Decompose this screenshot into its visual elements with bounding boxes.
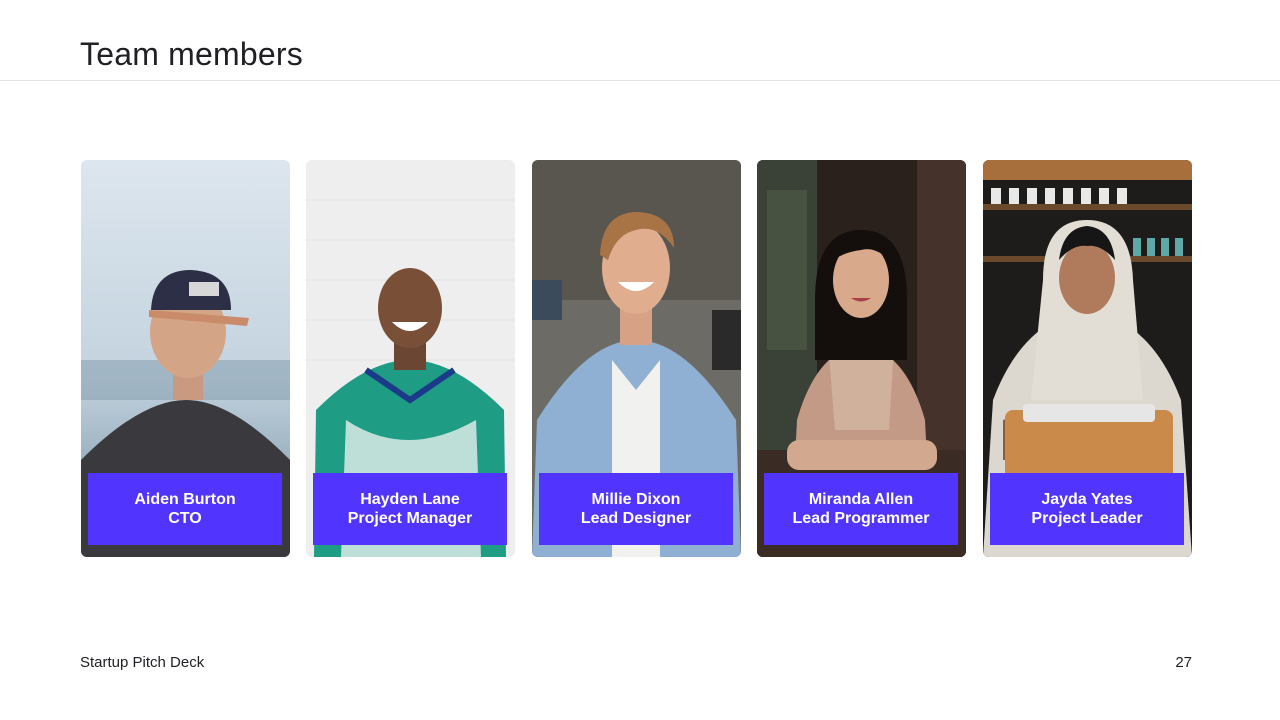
- member-role: Lead Designer: [580, 510, 692, 527]
- member-label: Miranda Allen Lead Programmer: [764, 473, 958, 545]
- member-name: Jayda Yates: [1041, 491, 1133, 508]
- team-card[interactable]: Hayden Lane Project Manager: [306, 160, 515, 557]
- member-name: Miranda Allen: [808, 491, 914, 508]
- member-name: Millie Dixon: [591, 491, 681, 508]
- member-name: Hayden Lane: [360, 491, 460, 508]
- member-name: Aiden Burton: [134, 491, 236, 508]
- team-card[interactable]: Jayda Yates Project Leader: [983, 160, 1192, 557]
- member-label: Millie Dixon Lead Designer: [539, 473, 733, 545]
- member-role: Project Manager: [347, 510, 473, 527]
- member-role: CTO: [168, 510, 202, 527]
- member-label: Hayden Lane Project Manager: [313, 473, 507, 545]
- member-label: Jayda Yates Project Leader: [990, 473, 1184, 545]
- team-cards: Aiden Burton CTO Hayden Lane Project Man…: [81, 160, 1193, 557]
- title-divider: [0, 80, 1280, 81]
- member-label: Aiden Burton CTO: [88, 473, 282, 545]
- slide-title: Team members: [80, 36, 303, 72]
- page-number: 27: [1175, 654, 1192, 671]
- member-role: Project Leader: [1031, 510, 1143, 527]
- team-card[interactable]: Miranda Allen Lead Programmer: [757, 160, 966, 557]
- team-card[interactable]: Aiden Burton CTO: [81, 160, 290, 557]
- member-role: Lead Programmer: [792, 510, 930, 527]
- slide: Team members Aiden Burton CTO Hayden Lan…: [0, 0, 1280, 720]
- deck-title: Startup Pitch Deck: [80, 654, 205, 671]
- team-card[interactable]: Millie Dixon Lead Designer: [532, 160, 741, 557]
